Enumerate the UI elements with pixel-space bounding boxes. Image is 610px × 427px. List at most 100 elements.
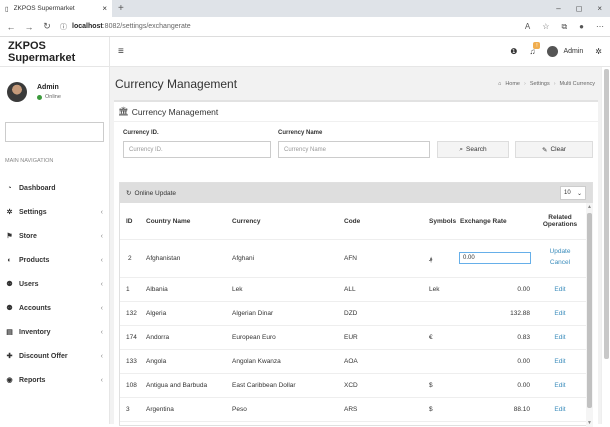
more-icon[interactable]: ⋯ <box>596 22 604 32</box>
sidebar-item-label: Reports <box>19 376 46 384</box>
currency-box: 🏛 Currency Management Currency ID. Curre… <box>114 100 598 427</box>
table-row: 132 Algeria Algerian Dinar DZD 132.88 Edit <box>120 302 586 326</box>
forward-icon[interactable]: → <box>24 22 34 32</box>
row-currency: Algerian Dinar <box>232 310 274 317</box>
edit-link[interactable]: Edit <box>540 286 580 293</box>
row-code: AOA <box>344 358 358 365</box>
plus-icon: ✚ <box>6 353 13 360</box>
update-link[interactable]: Update <box>540 248 580 255</box>
col-ops: Related Operations <box>542 214 578 228</box>
sidebar-item-label: Settings <box>19 208 47 216</box>
sidebar-item-label: Dashboard <box>19 184 56 192</box>
row-currency: Angolan Kwanza <box>232 358 281 365</box>
sidebar-item-dashboard[interactable]: ◔ Dashboard <box>0 176 109 200</box>
chevron-left-icon: ‹ <box>100 232 103 240</box>
online-status-text: Online <box>45 94 61 100</box>
sidebar-item-users[interactable]: ⚉ Users ‹ <box>0 272 109 296</box>
row-currency: Afghani <box>232 255 255 262</box>
inventory-icon: ▤ <box>6 329 13 336</box>
col-id: ID <box>126 217 133 225</box>
page-scrollbar[interactable] <box>601 67 610 424</box>
row-country: Algeria <box>146 310 167 317</box>
gear-icon: ✲ <box>6 209 13 216</box>
close-window-button[interactable]: × <box>597 4 602 13</box>
home-icon: ⌂ <box>497 80 502 87</box>
edit-link[interactable]: Edit <box>540 382 580 389</box>
menu-toggle-icon[interactable]: ≡ <box>118 46 124 57</box>
info-icon[interactable]: ⓘ <box>60 22 67 32</box>
chevron-left-icon: ‹ <box>100 304 103 312</box>
sidebar-search-input[interactable] <box>5 122 104 142</box>
sidebar-item-products[interactable]: ◐ Products ‹ <box>0 248 109 272</box>
sidebar: Admin Online MAIN NAVIGATION ◔ Dashboard ✲… <box>0 67 110 424</box>
url-field[interactable]: ⓘ localhost:8082/settings/exchangerate <box>60 22 517 32</box>
search-button[interactable]: ⌕ Search <box>437 141 509 158</box>
sidebar-item-settings[interactable]: ✲ Settings ‹ <box>0 200 109 224</box>
scroll-up-icon[interactable]: ▲ <box>586 204 593 210</box>
col-code: Code <box>344 217 361 225</box>
edit-link[interactable]: Edit <box>540 310 580 317</box>
table-row-editing: 2 Afghanistan Afghani AFN ؋ 0.00 Update … <box>120 240 586 278</box>
page-title: Currency Management <box>115 76 238 91</box>
row-id: 1 <box>126 286 130 293</box>
page-size-select[interactable]: 10 ⌄ <box>560 186 586 200</box>
clear-button[interactable]: ✎ Clear <box>515 141 593 158</box>
notification-badge: ! <box>533 42 541 49</box>
user-panel: Admin Online <box>0 67 109 117</box>
row-country: Albania <box>146 286 168 293</box>
currency-id-input[interactable]: Currency ID. <box>123 141 271 158</box>
reload-icon[interactable]: ↻ <box>42 21 52 32</box>
table-scrollbar[interactable]: ▲ ▼ <box>586 203 593 427</box>
row-rate: 0.00 <box>517 382 530 389</box>
row-rate: 0.83 <box>517 334 530 341</box>
maximize-button[interactable]: ◻ <box>576 4 583 13</box>
edit-link[interactable]: Edit <box>540 406 580 413</box>
back-icon[interactable]: ← <box>6 22 16 32</box>
chevron-left-icon: ‹ <box>100 328 103 336</box>
collections-icon[interactable]: ⧉ <box>561 22 567 32</box>
breadcrumb-settings[interactable]: Settings <box>530 81 550 87</box>
read-aloud-icon[interactable]: A <box>525 22 530 32</box>
scroll-thumb[interactable] <box>587 213 592 408</box>
sidebar-item-store[interactable]: ⚑ Store ‹ <box>0 224 109 248</box>
main-navigation-label: MAIN NAVIGATION <box>5 158 54 164</box>
online-update-button[interactable]: ↻ Online Update <box>126 189 176 198</box>
user-menu[interactable]: Admin <box>547 46 583 57</box>
sidebar-item-reports[interactable]: ◉ Reports ‹ <box>0 368 109 392</box>
row-currency: Lek <box>232 286 243 293</box>
chevron-left-icon: ‹ <box>100 352 103 360</box>
exchange-rate-input[interactable]: 0.00 <box>459 252 531 264</box>
row-id: 108 <box>126 382 137 389</box>
row-code: XCD <box>344 382 358 389</box>
edit-link[interactable]: Edit <box>540 358 580 365</box>
page-scroll-thumb[interactable] <box>604 69 609 359</box>
gears-icon[interactable]: ✲ <box>595 47 602 56</box>
address-bar: ← → ↻ ⓘ localhost:8082/settings/exchange… <box>0 17 610 37</box>
bell-icon[interactable]: ♫! <box>529 42 541 56</box>
browser-tab[interactable]: ▯ ZKPOS Supermarket × <box>0 0 112 17</box>
scroll-down-icon[interactable]: ▼ <box>586 420 593 426</box>
breadcrumb-home[interactable]: Home <box>505 81 520 87</box>
sidebar-item-inventory[interactable]: ▤ Inventory ‹ <box>0 320 109 344</box>
cancel-link[interactable]: Cancel <box>540 259 580 266</box>
sidebar-user-name: Admin <box>37 84 59 91</box>
new-tab-button[interactable]: + <box>118 3 124 14</box>
table-row: 133 Angola Angolan Kwanza AOA 0.00 Edit <box>120 350 586 374</box>
sidebar-item-discount-offer[interactable]: ✚ Discount Offer ‹ <box>0 344 109 368</box>
row-code: DZD <box>344 310 358 317</box>
row-rate: 88.10 <box>513 406 530 413</box>
chevron-left-icon: ‹ <box>100 208 103 216</box>
currency-name-input[interactable]: Currency Name <box>278 141 430 158</box>
edit-link[interactable]: Edit <box>540 334 580 341</box>
minimize-button[interactable]: – <box>556 4 560 13</box>
alert-icon[interactable]: ❶ <box>510 47 517 56</box>
tab-close-icon[interactable]: × <box>102 4 107 13</box>
app-logo[interactable]: ZKPOS Supermarket <box>0 37 110 67</box>
profile-icon[interactable]: ● <box>579 22 584 32</box>
sidebar-item-accounts[interactable]: ⚉ Accounts ‹ <box>0 296 109 320</box>
col-symbols: Symbols <box>429 217 457 225</box>
row-country: Antigua and Barbuda <box>146 382 208 389</box>
row-country: Angola <box>146 358 167 365</box>
dashboard-icon: ◔ <box>7 184 12 192</box>
favorites-icon[interactable]: ☆ <box>542 22 549 32</box>
